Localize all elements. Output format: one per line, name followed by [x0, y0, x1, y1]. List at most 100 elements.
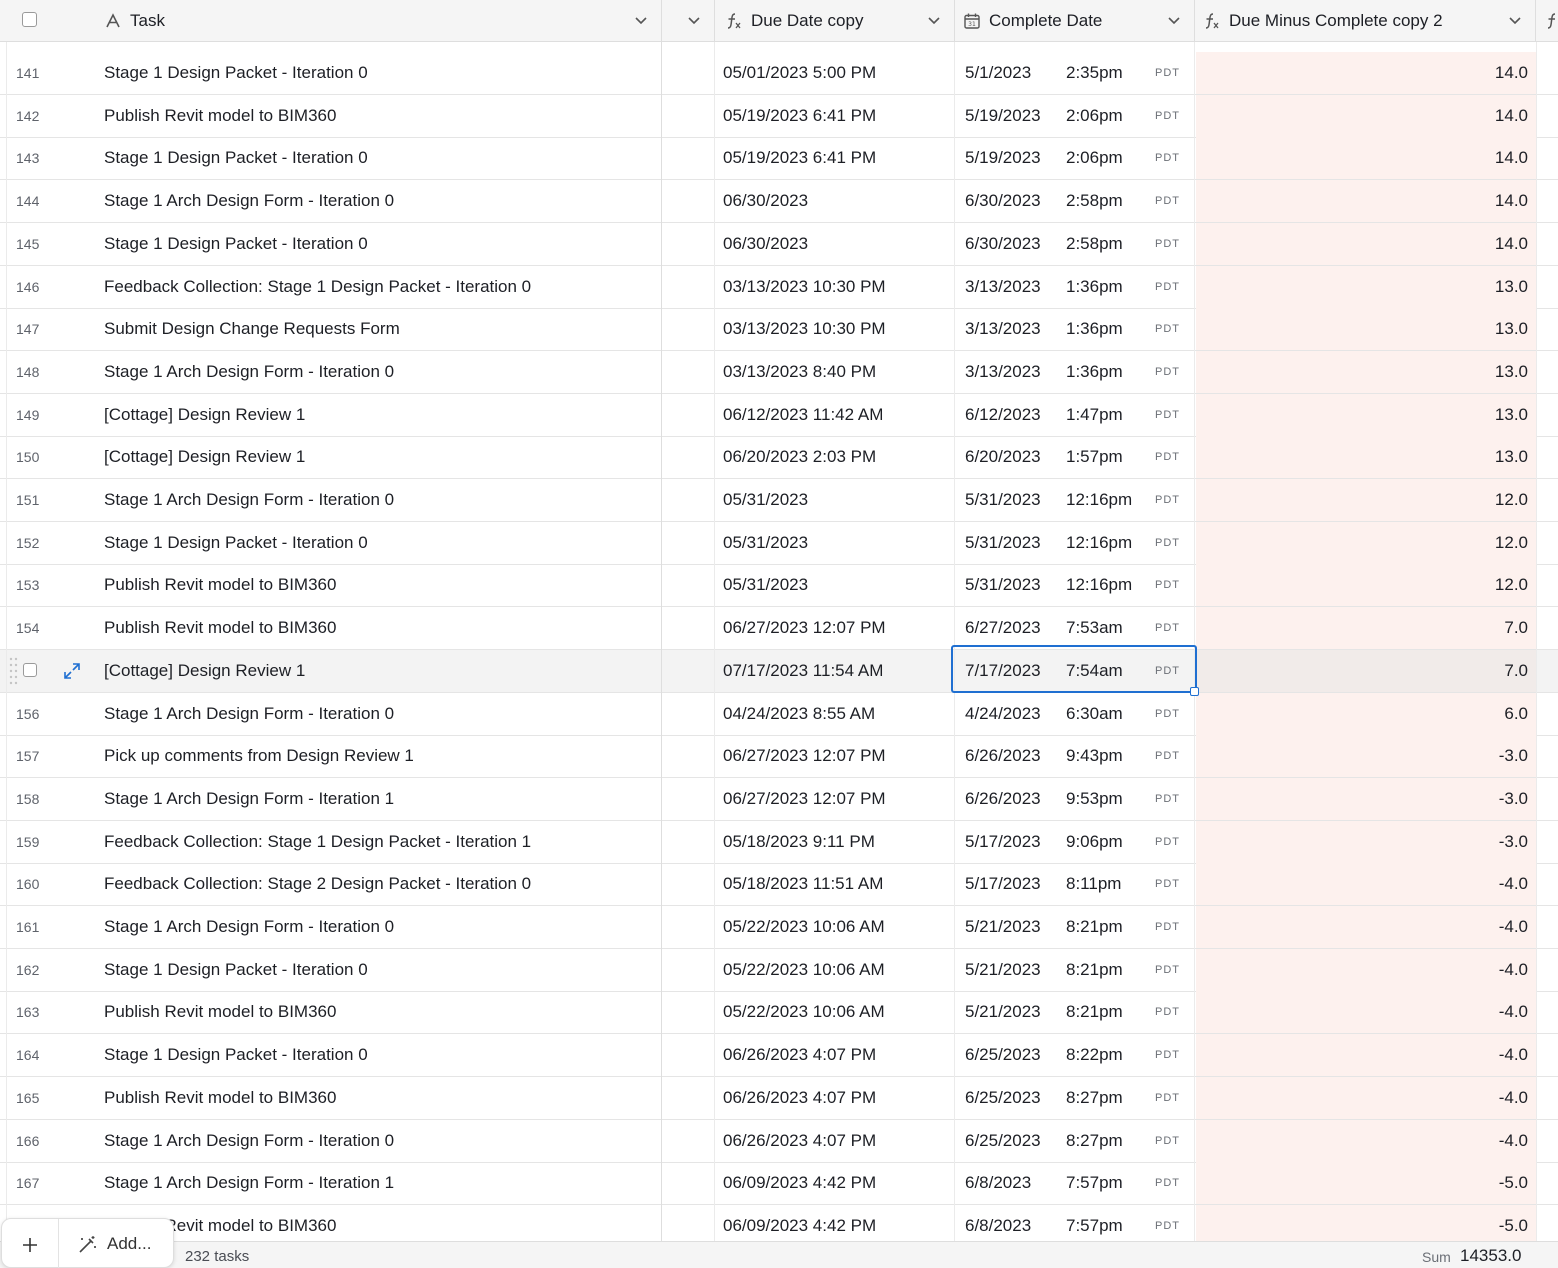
due-date-cell[interactable]: 05/31/2023	[723, 564, 948, 606]
table-row[interactable]: 141 Stage 1 Design Packet - Iteration 0 05…	[0, 52, 1558, 95]
task-cell[interactable]: [Cottage] Design Review 1	[104, 394, 654, 436]
complete-time-cell[interactable]: 8:27pm	[1066, 1077, 1146, 1119]
table-row[interactable]: 158 Stage 1 Arch Design Form - Iteration …	[0, 777, 1558, 821]
column-header-diff[interactable]: Due Minus Complete copy 2	[1195, 0, 1536, 41]
complete-time-cell[interactable]: 8:21pm	[1066, 949, 1146, 991]
task-cell[interactable]: Publish Revit model to BIM360	[104, 1205, 654, 1241]
due-date-cell[interactable]: 05/22/2023 10:06 AM	[723, 949, 948, 991]
due-minus-complete-cell[interactable]: 13.0	[1196, 308, 1536, 351]
due-minus-complete-cell[interactable]: -4.0	[1196, 948, 1536, 991]
chevron-down-icon[interactable]	[633, 12, 649, 28]
table-row[interactable]: 152 Stage 1 Design Packet - Iteration 0 05…	[0, 521, 1558, 565]
due-date-cell[interactable]: 06/27/2023 12:07 PM	[723, 778, 948, 820]
complete-date-cell[interactable]: 6/27/2023	[965, 607, 1055, 649]
table-row[interactable]: 146 Feedback Collection: Stage 1 Design P…	[0, 265, 1558, 309]
complete-time-cell[interactable]: 9:06pm	[1066, 821, 1146, 863]
task-cell[interactable]: Publish Revit model to BIM360	[104, 991, 654, 1033]
complete-time-cell[interactable]: 12:16pm	[1066, 479, 1146, 521]
due-minus-complete-cell[interactable]: -5.0	[1196, 1162, 1536, 1205]
complete-date-cell[interactable]: 5/19/2023	[965, 137, 1055, 179]
table-row[interactable]: 153 Publish Revit model to BIM360 05/31/20…	[0, 564, 1558, 608]
row-checkbox[interactable]	[23, 662, 37, 677]
complete-time-cell[interactable]: 1:36pm	[1066, 308, 1146, 350]
task-cell[interactable]: Feedback Collection: Stage 2 Design Pack…	[104, 863, 654, 905]
due-minus-complete-cell[interactable]: 7.0	[1196, 649, 1536, 692]
complete-time-cell[interactable]: 7:53am	[1066, 607, 1146, 649]
summary-value[interactable]: 14353.0	[1460, 1246, 1521, 1266]
due-minus-complete-cell[interactable]: 6.0	[1196, 692, 1536, 735]
column-header-task[interactable]: Task	[0, 0, 662, 41]
task-cell[interactable]: Pick up comments from Design Review 1	[104, 735, 654, 777]
table-row[interactable]: 154 Publish Revit model to BIM360 06/27/20…	[0, 607, 1558, 651]
due-minus-complete-cell[interactable]: 13.0	[1196, 436, 1536, 479]
due-date-cell[interactable]: 06/09/2023 4:42 PM	[723, 1162, 948, 1204]
complete-date-cell[interactable]: 6/26/2023	[965, 735, 1055, 777]
complete-time-cell[interactable]: 7:57pm	[1066, 1162, 1146, 1204]
due-date-cell[interactable]: 05/22/2023 10:06 AM	[723, 906, 948, 948]
complete-date-cell[interactable]: 5/21/2023	[965, 906, 1055, 948]
chevron-down-icon[interactable]	[1166, 12, 1182, 28]
complete-date-cell[interactable]: 5/19/2023	[965, 95, 1055, 137]
due-minus-complete-cell[interactable]: -3.0	[1196, 777, 1536, 820]
due-date-cell[interactable]: 05/22/2023 10:06 AM	[723, 991, 948, 1033]
due-minus-complete-cell[interactable]: 14.0	[1196, 94, 1536, 137]
table-row[interactable]: 157 Pick up comments from Design Review 1…	[0, 735, 1558, 779]
due-minus-complete-cell[interactable]: 7.0	[1196, 607, 1536, 650]
complete-date-cell[interactable]: 6/30/2023	[965, 223, 1055, 265]
table-row[interactable]: 159 Feedback Collection: Stage 1 Design P…	[0, 820, 1558, 864]
table-row[interactable]: 145 Stage 1 Design Packet - Iteration 0 06…	[0, 222, 1558, 266]
due-minus-complete-cell[interactable]: -4.0	[1196, 1034, 1536, 1077]
add-record-button[interactable]	[16, 1231, 44, 1259]
table-row[interactable]: 160 Feedback Collection: Stage 2 Design P…	[0, 863, 1558, 907]
complete-time-cell[interactable]: 6:30am	[1066, 693, 1146, 735]
column-header-due-date[interactable]: Due Date copy	[715, 0, 955, 41]
due-date-cell[interactable]: 05/18/2023 11:51 AM	[723, 863, 948, 905]
table-row[interactable]: 150 [Cottage] Design Review 1 06/20/2023 2…	[0, 436, 1558, 480]
table-row[interactable]: 163 Publish Revit model to BIM360 05/22/20…	[0, 991, 1558, 1035]
summary-label[interactable]: Sum	[1422, 1249, 1451, 1265]
complete-date-cell[interactable]: 6/25/2023	[965, 1120, 1055, 1162]
due-date-cell[interactable]: 06/20/2023 2:03 PM	[723, 436, 948, 478]
expand-record-icon[interactable]	[62, 661, 82, 681]
table-row[interactable]: 149 [Cottage] Design Review 1 06/12/2023 1…	[0, 393, 1558, 437]
complete-time-cell[interactable]: 1:47pm	[1066, 394, 1146, 436]
task-cell[interactable]: Stage 1 Design Packet - Iteration 0	[104, 949, 654, 991]
table-row[interactable]: 161 Stage 1 Arch Design Form - Iteration …	[0, 906, 1558, 949]
task-cell[interactable]: Stage 1 Arch Design Form - Iteration 1	[104, 1162, 654, 1204]
due-minus-complete-cell[interactable]: 14.0	[1196, 222, 1536, 265]
due-date-cell[interactable]: 05/18/2023 9:11 PM	[723, 821, 948, 863]
due-date-cell[interactable]: 06/26/2023 4:07 PM	[723, 1120, 948, 1162]
due-date-cell[interactable]: 06/26/2023 4:07 PM	[723, 1034, 948, 1076]
due-minus-complete-cell[interactable]: -4.0	[1196, 1076, 1536, 1119]
due-date-cell[interactable]: 05/19/2023 6:41 PM	[723, 95, 948, 137]
complete-date-cell[interactable]: 5/31/2023	[965, 479, 1055, 521]
task-cell[interactable]: Stage 1 Design Packet - Iteration 0	[104, 522, 654, 564]
due-date-cell[interactable]: 06/27/2023 12:07 PM	[723, 607, 948, 649]
task-cell[interactable]: Stage 1 Arch Design Form - Iteration 0	[104, 180, 654, 222]
task-cell[interactable]: Stage 1 Design Packet - Iteration 0	[104, 223, 654, 265]
due-date-cell[interactable]: 04/24/2023 8:55 AM	[723, 693, 948, 735]
complete-time-cell[interactable]: 12:16pm	[1066, 522, 1146, 564]
due-date-cell[interactable]: 03/13/2023 10:30 PM	[723, 266, 948, 308]
complete-time-cell[interactable]: 8:27pm	[1066, 1120, 1146, 1162]
due-date-cell[interactable]: 06/30/2023	[723, 180, 948, 222]
chevron-down-icon[interactable]	[926, 12, 942, 28]
table-row[interactable]: 143 Stage 1 Design Packet - Iteration 0 05…	[0, 137, 1558, 181]
complete-date-cell[interactable]: 3/13/2023	[965, 266, 1055, 308]
task-cell[interactable]: Feedback Collection: Stage 1 Design Pack…	[104, 266, 654, 308]
task-cell[interactable]: Feedback Collection: Stage 1 Design Pack…	[104, 821, 654, 863]
drag-handle-icon[interactable]	[9, 655, 19, 687]
task-cell[interactable]: Stage 1 Design Packet - Iteration 0	[104, 137, 654, 179]
due-minus-complete-cell[interactable]: -4.0	[1196, 906, 1536, 948]
complete-date-cell[interactable]: 5/21/2023	[965, 949, 1055, 991]
table-row[interactable]: 165 Publish Revit model to BIM360 06/26/20…	[0, 1076, 1558, 1120]
table-row[interactable]: 167 Stage 1 Arch Design Form - Iteration …	[0, 1162, 1558, 1206]
fill-handle[interactable]	[1190, 687, 1199, 696]
complete-date-cell[interactable]: 3/13/2023	[965, 308, 1055, 350]
task-cell[interactable]: Stage 1 Arch Design Form - Iteration 0	[104, 693, 654, 735]
table-row[interactable]: 166 Stage 1 Arch Design Form - Iteration …	[0, 1119, 1558, 1163]
due-date-cell[interactable]: 05/19/2023 6:41 PM	[723, 137, 948, 179]
table-row[interactable]: 151 Stage 1 Arch Design Form - Iteration …	[0, 479, 1558, 522]
complete-date-cell[interactable]: 5/21/2023	[965, 991, 1055, 1033]
complete-date-cell[interactable]: 6/25/2023	[965, 1034, 1055, 1076]
